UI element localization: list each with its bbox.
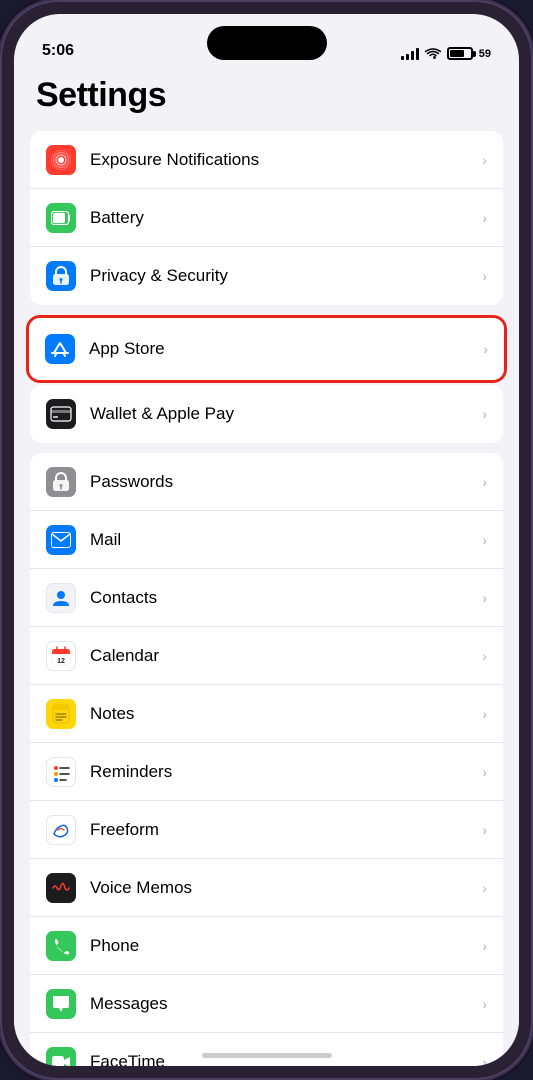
- battery-chevron: ›: [482, 210, 487, 226]
- notes-label: Notes: [90, 704, 482, 724]
- facetime-icon: [46, 1047, 76, 1066]
- mail-chevron: ›: [482, 532, 487, 548]
- calendar-label: Calendar: [90, 646, 482, 666]
- battery-percentage: 59: [479, 48, 491, 60]
- svg-text:12: 12: [57, 658, 65, 665]
- notes-icon: [46, 699, 76, 729]
- calendar-icon: 12: [46, 641, 76, 671]
- settings-row-phone[interactable]: Phone ›: [30, 917, 503, 975]
- settings-row-privacy-security[interactable]: Privacy & Security ›: [30, 247, 503, 305]
- app-store-highlight-container: App Store ›: [26, 315, 507, 383]
- app-store-icon: [45, 334, 75, 364]
- settings-row-messages[interactable]: Messages ›: [30, 975, 503, 1033]
- settings-row-mail[interactable]: Mail ›: [30, 511, 503, 569]
- settings-row-app-store[interactable]: App Store ›: [29, 318, 504, 380]
- settings-group-1: Exposure Notifications › Battery ›: [30, 131, 503, 305]
- freeform-label: Freeform: [90, 820, 482, 840]
- passwords-icon: [46, 467, 76, 497]
- reminders-icon: [46, 757, 76, 787]
- wallet-apple-pay-chevron: ›: [482, 406, 487, 422]
- contacts-label: Contacts: [90, 588, 482, 608]
- app-store-chevron: ›: [483, 341, 488, 357]
- wallet-apple-pay-label: Wallet & Apple Pay: [90, 404, 482, 424]
- battery-icon: [447, 47, 473, 60]
- phone-label: Phone: [90, 936, 482, 956]
- privacy-security-chevron: ›: [482, 268, 487, 284]
- wallet-apple-pay-icon: [46, 399, 76, 429]
- contacts-icon: [46, 583, 76, 613]
- settings-row-contacts[interactable]: Contacts ›: [30, 569, 503, 627]
- phone-frame: 5:06: [0, 0, 533, 1080]
- messages-chevron: ›: [482, 996, 487, 1012]
- voice-memos-icon: [46, 873, 76, 903]
- battery-label: Battery: [90, 208, 482, 228]
- phone-chevron: ›: [482, 938, 487, 954]
- settings-row-wallet-apple-pay[interactable]: Wallet & Apple Pay ›: [30, 385, 503, 443]
- mail-label: Mail: [90, 530, 482, 550]
- phone-icon: [46, 931, 76, 961]
- freeform-chevron: ›: [482, 822, 487, 838]
- exposure-notifications-icon: [46, 145, 76, 175]
- messages-icon: [46, 989, 76, 1019]
- status-icons: 59: [401, 47, 491, 60]
- dynamic-island: [207, 26, 327, 60]
- settings-group-wallet: Wallet & Apple Pay ›: [30, 385, 503, 443]
- settings-group-apps: Passwords › Mail ›: [30, 453, 503, 1066]
- home-indicator: [202, 1053, 332, 1058]
- signal-bars-icon: [401, 48, 419, 60]
- settings-row-voice-memos[interactable]: Voice Memos ›: [30, 859, 503, 917]
- privacy-security-label: Privacy & Security: [90, 266, 482, 286]
- wifi-icon: [425, 48, 441, 60]
- voice-memos-chevron: ›: [482, 880, 487, 896]
- app-store-label: App Store: [89, 339, 483, 359]
- status-time: 5:06: [42, 42, 74, 60]
- privacy-security-icon: [46, 261, 76, 291]
- page-title: Settings: [14, 68, 519, 131]
- reminders-chevron: ›: [482, 764, 487, 780]
- contacts-chevron: ›: [482, 590, 487, 606]
- settings-row-exposure-notifications[interactable]: Exposure Notifications ›: [30, 131, 503, 189]
- exposure-notifications-chevron: ›: [482, 152, 487, 168]
- settings-content[interactable]: Settings Exposure Notifications ›: [14, 68, 519, 1066]
- exposure-notifications-label: Exposure Notifications: [90, 150, 482, 170]
- voice-memos-label: Voice Memos: [90, 878, 482, 898]
- mail-icon: [46, 525, 76, 555]
- settings-row-battery[interactable]: Battery ›: [30, 189, 503, 247]
- settings-row-facetime[interactable]: FaceTime ›: [30, 1033, 503, 1066]
- calendar-chevron: ›: [482, 648, 487, 664]
- settings-row-reminders[interactable]: Reminders ›: [30, 743, 503, 801]
- facetime-chevron: ›: [482, 1054, 487, 1066]
- passwords-chevron: ›: [482, 474, 487, 490]
- notes-chevron: ›: [482, 706, 487, 722]
- settings-row-notes[interactable]: Notes ›: [30, 685, 503, 743]
- freeform-icon: [46, 815, 76, 845]
- reminders-label: Reminders: [90, 762, 482, 782]
- passwords-label: Passwords: [90, 472, 482, 492]
- settings-row-freeform[interactable]: Freeform ›: [30, 801, 503, 859]
- settings-row-passwords[interactable]: Passwords ›: [30, 453, 503, 511]
- battery-settings-icon: [46, 203, 76, 233]
- settings-row-calendar[interactable]: 12 Calendar ›: [30, 627, 503, 685]
- messages-label: Messages: [90, 994, 482, 1014]
- phone-screen: 5:06: [14, 14, 519, 1066]
